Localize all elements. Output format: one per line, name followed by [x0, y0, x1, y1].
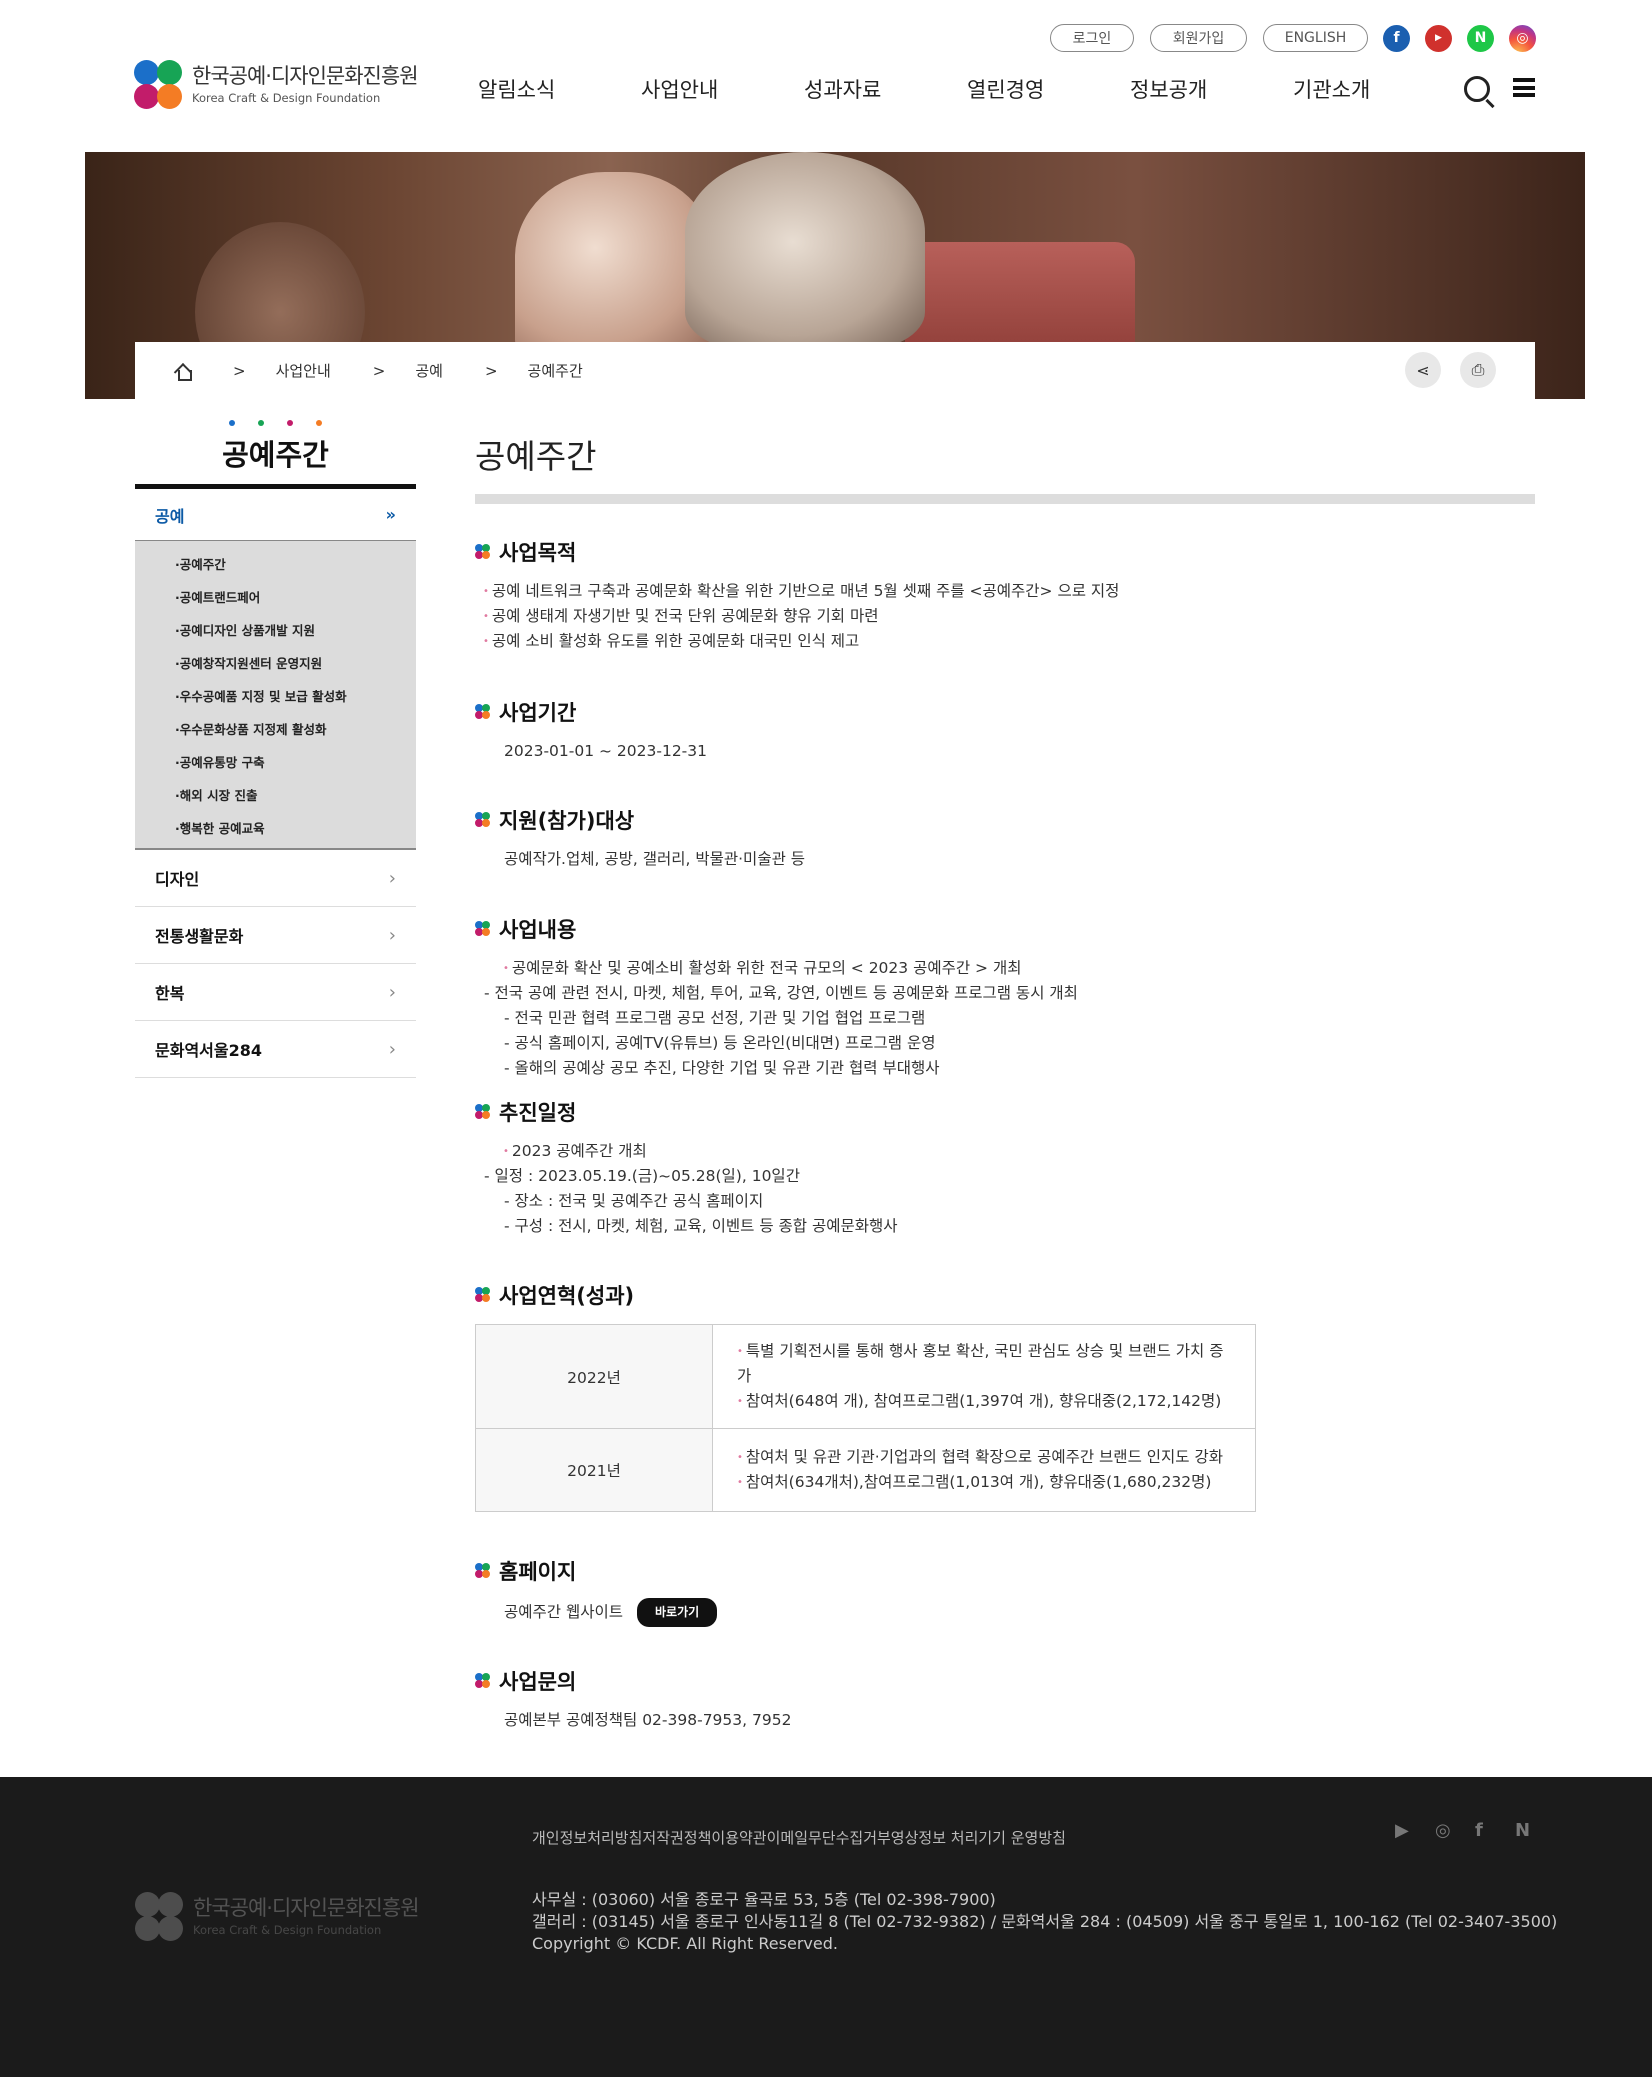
- signup-button[interactable]: 회원가입: [1150, 24, 1247, 52]
- english-button[interactable]: ENGLISH: [1263, 24, 1368, 52]
- clover-bullet-icon: [475, 921, 491, 937]
- home-icon[interactable]: [175, 363, 192, 381]
- section-target: 지원(참가)대상 공예작가.업체, 공방, 갤러리, 박물관·미술관 등: [475, 805, 805, 872]
- header: 한국공예·디자인문화진흥원 Korea Craft & Design Found…: [0, 0, 1652, 152]
- chevron-right-icon: ›: [388, 1038, 396, 1060]
- facebook-icon[interactable]: f: [1475, 1820, 1483, 1841]
- chevron-right-icon: ›: [388, 924, 396, 946]
- facebook-icon[interactable]: f: [1383, 24, 1410, 52]
- footer: 개인정보처리방침저작권정책이용약관이메일무단수집거부영상정보 처리기기 운영방침…: [0, 1777, 1652, 2077]
- naver-icon[interactable]: N: [1515, 1820, 1530, 1841]
- main-nav: 알림소식 사업안내 성과자료 열린경영 정보공개 기관소개: [478, 74, 1456, 104]
- naver-icon[interactable]: N: [1467, 24, 1494, 52]
- clover-bullet-icon: [475, 1287, 491, 1303]
- logo-clover-icon: [135, 1892, 185, 1942]
- result-cell: • 참여처 및 유관 기관·기업과의 협력 확장으로 공예주간 브랜드 인지도 강…: [712, 1428, 1256, 1512]
- submenu-item[interactable]: ·우수문화상품 지정제 활성화: [135, 712, 416, 745]
- logo-clover-icon: [134, 60, 184, 110]
- breadcrumb-item[interactable]: 공예: [415, 360, 443, 381]
- footer-logo: 한국공예·디자인문화진흥원 Korea Craft & Design Found…: [135, 1892, 420, 1942]
- breadcrumb: > 사업안내 > 공예 > 공예주간 ⋖ ⎙: [135, 342, 1535, 399]
- chevron-right-icon: ›: [388, 981, 396, 1003]
- table-row: 2022년 • 특별 기획전시를 통해 행사 홍보 확산, 국민 관심도 상승 및…: [475, 1324, 1256, 1429]
- submenu-item[interactable]: ·행복한 공예교육: [135, 811, 416, 844]
- site-logo[interactable]: 한국공예·디자인문화진흥원 Korea Craft & Design Found…: [134, 60, 419, 110]
- table-row: 2021년 • 참여처 및 유관 기관·기업과의 협력 확장으로 공예주간 브랜드…: [475, 1428, 1256, 1512]
- print-icon[interactable]: ⎙: [1460, 352, 1496, 388]
- sidebar-item-design[interactable]: 디자인 ›: [135, 850, 416, 907]
- page-title: 공예주간: [475, 430, 1535, 504]
- submenu-item[interactable]: ·공예트랜드페어: [135, 580, 416, 613]
- nav-item-results[interactable]: 성과자료: [804, 74, 967, 104]
- go-to-website-button[interactable]: 바로가기: [637, 1598, 718, 1627]
- year-cell: 2021년: [475, 1428, 713, 1512]
- footer-links[interactable]: 개인정보처리방침저작권정책이용약관이메일무단수집거부영상정보 처리기기 운영방침: [532, 1827, 1066, 1848]
- submenu-item[interactable]: ·우수공예품 지정 및 보급 활성화: [135, 679, 416, 712]
- instagram-icon[interactable]: ◎: [1509, 24, 1536, 52]
- sidebar-item-hanbok[interactable]: 한복 ›: [135, 964, 416, 1021]
- utility-bar: 로그인 회원가입 ENGLISH f ▶ N ◎: [1050, 24, 1536, 52]
- youtube-icon[interactable]: ▶: [1425, 24, 1452, 52]
- submenu-item[interactable]: ·공예유통망 구축: [135, 745, 416, 778]
- clover-bullet-icon: [475, 1563, 491, 1579]
- section-homepage: 홈페이지 공예주간 웹사이트 바로가기: [475, 1556, 718, 1627]
- clover-bullet-icon: [475, 704, 491, 720]
- nav-item-disclosure[interactable]: 정보공개: [1130, 74, 1293, 104]
- login-button[interactable]: 로그인: [1050, 24, 1134, 52]
- main-content: 공예주간 사업목적 • 공예 네트워크 구축과 공예문화 확산을 위한 기반으로 …: [475, 430, 1535, 1729]
- clover-bullet-icon: [475, 812, 491, 828]
- sidebar: 공예주간 공예 » ·공예주간 ·공예트랜드페어 ·공예디자인 상품개발 지원 …: [135, 420, 416, 1078]
- title-dots: [135, 420, 416, 426]
- section-period: 사업기간 2023-01-01 ~ 2023-12-31: [475, 697, 707, 764]
- submenu-item[interactable]: ·해외 시장 진출: [135, 778, 416, 811]
- history-table: 2022년 • 특별 기획전시를 통해 행사 홍보 확산, 국민 관심도 상승 및…: [475, 1324, 1256, 1512]
- section-purpose: 사업목적 • 공예 네트워크 구축과 공예문화 확산을 위한 기반으로 매년 5월…: [475, 537, 1119, 654]
- logo-english: Korea Craft & Design Foundation: [192, 91, 381, 106]
- nav-item-management[interactable]: 열린경영: [967, 74, 1130, 104]
- banner-pottery-image: [685, 152, 925, 352]
- sidebar-item-culture-station[interactable]: 문화역서울284 ›: [135, 1021, 416, 1078]
- submenu-item[interactable]: ·공예주간: [135, 547, 416, 580]
- nav-item-business[interactable]: 사업안내: [641, 74, 804, 104]
- sidebar-item-craft[interactable]: 공예 »: [135, 489, 416, 541]
- submenu-item[interactable]: ·공예창작지원센터 운영지원: [135, 646, 416, 679]
- section-schedule: 추진일정 • 2023 공예주간 개최 - 일정 : 2023.05.19.(금)…: [475, 1097, 898, 1239]
- year-cell: 2022년: [475, 1324, 713, 1429]
- section-history: 사업연혁(성과) 2022년 • 특별 기획전시를 통해 행사 홍보 확산, 국민…: [475, 1280, 1256, 1512]
- chevron-right-icon: ›: [388, 867, 396, 889]
- sidebar-submenu: ·공예주간 ·공예트랜드페어 ·공예디자인 상품개발 지원 ·공예창작지원센터 …: [135, 541, 416, 850]
- sidebar-item-tradition[interactable]: 전통생활문화 ›: [135, 907, 416, 964]
- clover-bullet-icon: [475, 544, 491, 560]
- breadcrumb-item[interactable]: 공예주간: [528, 360, 583, 381]
- submenu-item[interactable]: ·공예디자인 상품개발 지원: [135, 613, 416, 646]
- nav-item-about[interactable]: 기관소개: [1293, 74, 1456, 104]
- clover-bullet-icon: [475, 1673, 491, 1689]
- double-chevron-icon: »: [385, 505, 396, 524]
- nav-item-news[interactable]: 알림소식: [478, 74, 641, 104]
- youtube-icon[interactable]: ▶: [1395, 1820, 1409, 1841]
- sidebar-title: 공예주간: [135, 432, 416, 489]
- breadcrumb-item[interactable]: 사업안내: [276, 360, 331, 381]
- search-icon[interactable]: [1464, 76, 1490, 102]
- instagram-icon[interactable]: ◎: [1435, 1820, 1451, 1841]
- footer-address: 사무실 : (03060) 서울 종로구 율곡로 53, 5층 (Tel 02-…: [532, 1890, 1558, 1953]
- clover-bullet-icon: [475, 1104, 491, 1120]
- section-inquiry: 사업문의 공예본부 공예정책팀 02-398-7953, 7952: [475, 1666, 791, 1733]
- share-icon[interactable]: ⋖: [1405, 352, 1441, 388]
- result-cell: • 특별 기획전시를 통해 행사 홍보 확산, 국민 관심도 상승 및 브랜드 가…: [712, 1324, 1256, 1429]
- section-content: 사업내용 • 공예문화 확산 및 공예소비 활성화 위한 전국 규모의 < 202…: [475, 914, 1078, 1081]
- menu-icon[interactable]: [1513, 78, 1535, 97]
- logo-korean: 한국공예·디자인문화진흥원: [192, 63, 419, 88]
